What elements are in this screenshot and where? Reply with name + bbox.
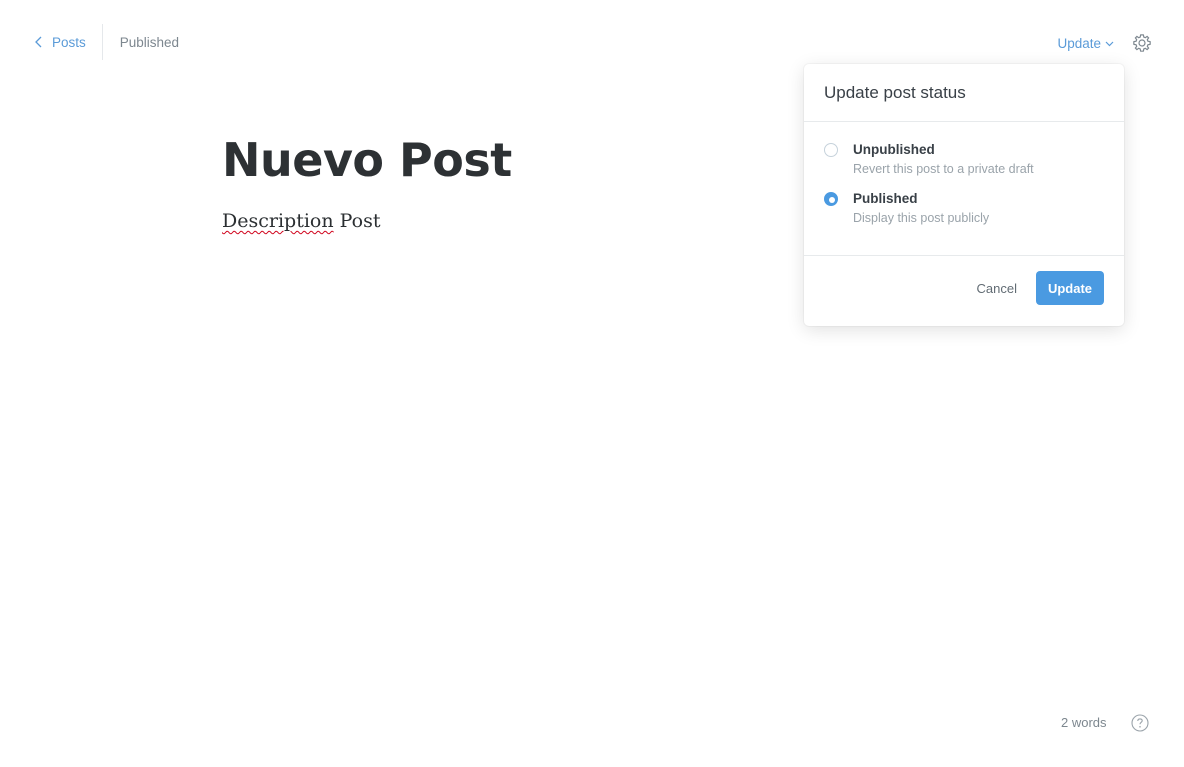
chevron-down-icon	[1105, 41, 1114, 47]
editor-breadcrumb: Posts Published	[34, 24, 179, 60]
popover-actions: Cancel Update	[804, 256, 1124, 320]
option-description: Revert this post to a private draft	[853, 162, 1034, 176]
chevron-left-icon	[35, 36, 42, 48]
back-to-posts-link[interactable]: Posts	[34, 24, 102, 60]
help-button[interactable]	[1131, 714, 1149, 732]
word-count: 2 words	[1061, 715, 1107, 730]
body-text: Post	[333, 210, 381, 232]
popover-title: Update post status	[824, 82, 966, 102]
update-dropdown-label: Update	[1057, 35, 1101, 51]
option-unpublished[interactable]: Unpublished Revert this post to a privat…	[824, 142, 1104, 177]
gear-icon	[1133, 34, 1151, 52]
question-circle-icon	[1131, 714, 1149, 732]
option-unpublished-text: Unpublished Revert this post to a privat…	[853, 142, 1034, 177]
post-body-editor[interactable]: Description Post	[222, 208, 380, 234]
status-options: Unpublished Revert this post to a privat…	[804, 122, 1124, 256]
settings-button[interactable]	[1132, 33, 1152, 53]
cancel-button[interactable]: Cancel	[977, 281, 1017, 296]
option-label: Published	[853, 191, 918, 206]
editor-actions: Update	[1057, 30, 1152, 56]
back-to-posts-label: Posts	[52, 34, 86, 50]
option-description: Display this post publicly	[853, 211, 990, 225]
published-radio[interactable]	[824, 192, 838, 206]
post-status-label: Published	[119, 34, 180, 50]
unpublished-radio[interactable]	[824, 143, 838, 157]
update-status-popover: Update post status Unpublished Revert th…	[804, 64, 1124, 326]
option-published-text: Published Display this post publicly	[853, 191, 989, 226]
option-published[interactable]: Published Display this post publicly	[824, 191, 1104, 226]
popover-header: Update post status	[804, 64, 1124, 122]
update-button[interactable]: Update	[1036, 271, 1104, 305]
misspelled-word: Description	[222, 210, 334, 232]
update-dropdown-trigger[interactable]: Update	[1057, 36, 1114, 51]
breadcrumb-divider	[101, 24, 103, 60]
post-editor-page: Posts Published Update Nuevo Post Descri…	[0, 0, 1184, 767]
post-title-field[interactable]: Nuevo Post	[222, 130, 512, 190]
option-label: Unpublished	[853, 142, 935, 157]
